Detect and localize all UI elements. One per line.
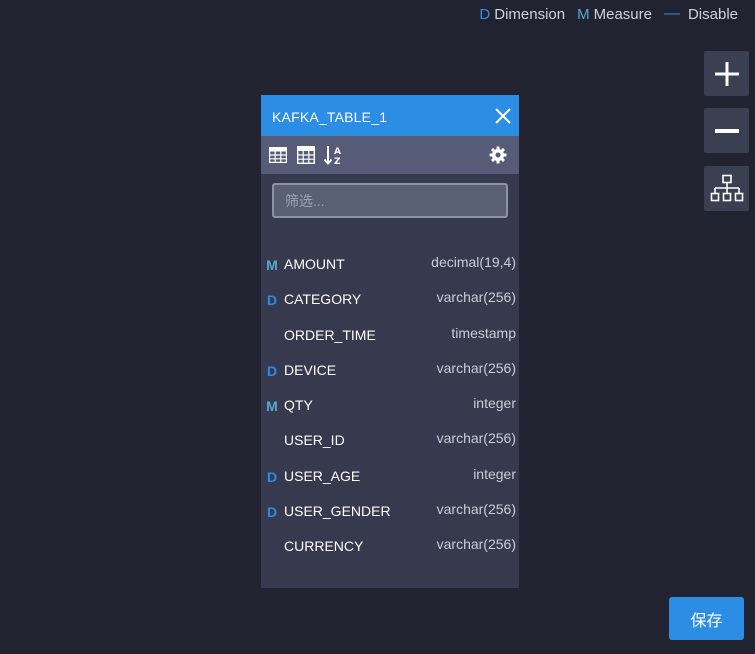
field-role-mark[interactable]: D: [266, 292, 278, 308]
field-role-mark[interactable]: M: [266, 398, 278, 414]
sort-alpha-icon[interactable]: A Z: [323, 144, 345, 166]
field-row[interactable]: D DEVICE varchar(256): [261, 351, 519, 386]
field-name: ORDER_TIME: [284, 326, 376, 343]
gear-icon[interactable]: [487, 144, 509, 166]
field-name: USER_AGE: [284, 467, 361, 484]
svg-text:A: A: [334, 147, 341, 157]
field-name: CURRENCY: [284, 538, 364, 555]
table-card-header[interactable]: KAFKA_TABLE_1: [261, 95, 519, 136]
field-data-type: varchar(256): [436, 501, 516, 518]
legend: D Dimension M Measure — Disable: [467, 5, 738, 23]
field-row[interactable]: M QTY integer: [261, 386, 519, 421]
legend-measure: M Measure: [577, 6, 652, 23]
field-list: M AMOUNT decimal(19,4) D CATEGORY varchar(256…: [261, 245, 519, 563]
disable-mark: —: [663, 5, 680, 22]
field-role-mark[interactable]: D: [266, 363, 278, 379]
measure-label: Measure: [593, 5, 652, 23]
field-data-type: varchar(256): [436, 430, 516, 447]
close-icon[interactable]: [493, 106, 513, 126]
field-name: QTY: [284, 397, 313, 414]
legend-dimension: D Dimension: [479, 6, 565, 23]
field-data-type: varchar(256): [436, 289, 516, 306]
field-data-type: varchar(256): [436, 536, 516, 553]
field-name: USER_ID: [284, 432, 345, 449]
field-row[interactable]: D USER_GENDER varchar(256): [261, 492, 519, 527]
field-row[interactable]: USER_ID varchar(256): [261, 421, 519, 456]
save-button[interactable]: 保存: [669, 597, 744, 640]
measure-mark: M: [577, 5, 590, 23]
legend-disable: — Disable: [664, 5, 738, 23]
zoom-out-button[interactable]: [704, 108, 749, 153]
minus-icon: [714, 128, 739, 133]
table-toolbar: A Z: [261, 136, 519, 174]
field-data-type: integer: [473, 465, 516, 482]
svg-text:Z: Z: [334, 157, 341, 166]
field-role-mark[interactable]: D: [266, 469, 278, 485]
field-row[interactable]: D USER_AGE integer: [261, 457, 519, 492]
field-role-mark[interactable]: M: [266, 257, 278, 273]
hierarchy-icon: [710, 174, 743, 201]
field-name: AMOUNT: [284, 256, 345, 272]
field-data-type: decimal(19,4): [431, 254, 516, 270]
field-data-type: timestamp: [451, 324, 516, 341]
plus-icon: [714, 61, 739, 86]
field-row[interactable]: M AMOUNT decimal(19,4): [261, 245, 519, 280]
dimension-label: Dimension: [494, 5, 566, 23]
field-data-type: varchar(256): [436, 359, 516, 376]
table-card[interactable]: KAFKA_TABLE_1 A Z 筛选... M AMOUNT decimal…: [261, 95, 519, 588]
table-title: KAFKA_TABLE_1: [272, 108, 388, 125]
field-name: USER_GENDER: [284, 503, 391, 520]
field-row[interactable]: D CATEGORY varchar(256): [261, 280, 519, 315]
disable-label: Disable: [687, 5, 738, 23]
field-name: DEVICE: [284, 361, 337, 378]
field-row[interactable]: CURRENCY varchar(256): [261, 527, 519, 562]
field-row[interactable]: ORDER_TIME timestamp: [261, 316, 519, 351]
dimension-mark: D: [479, 5, 491, 23]
filter-input[interactable]: [272, 183, 508, 218]
zoom-in-button[interactable]: [704, 51, 749, 96]
model-canvas: D Dimension M Measure — Disable KAFKA_TA…: [0, 0, 755, 654]
field-data-type: integer: [473, 395, 516, 412]
auto-layout-button[interactable]: [704, 166, 749, 211]
table-view-icon[interactable]: [267, 144, 289, 166]
field-role-mark[interactable]: D: [266, 504, 278, 520]
calculator-icon[interactable]: [295, 144, 317, 166]
filter-wrap: [261, 174, 519, 218]
field-name: CATEGORY: [284, 291, 362, 308]
